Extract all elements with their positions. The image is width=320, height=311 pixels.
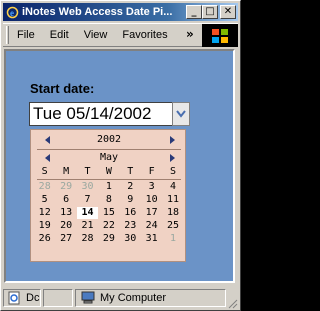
chevron-down-icon — [176, 110, 186, 118]
status-pane-main: Dc — [3, 289, 41, 307]
calendar-day[interactable]: 11 — [162, 194, 183, 206]
menu-file[interactable]: File — [17, 29, 35, 41]
svg-text:e: e — [10, 8, 14, 18]
calendar-day[interactable]: 24 — [141, 220, 162, 232]
ie-icon: e — [5, 5, 19, 19]
toolbar-grip[interactable] — [6, 26, 9, 44]
calendar-day[interactable]: 8 — [98, 194, 119, 206]
calendar-day[interactable]: 1 — [98, 181, 119, 193]
minimize-button[interactable]: _ — [186, 5, 202, 19]
maximize-button[interactable]: □ — [202, 5, 218, 19]
maximize-icon: □ — [205, 6, 215, 17]
calendar-day[interactable]: 10 — [141, 194, 162, 206]
calendar-day[interactable]: 29 — [55, 181, 76, 193]
calendar-day[interactable]: 21 — [77, 220, 98, 232]
year-nav: 2002 — [31, 133, 187, 147]
title-bar[interactable]: e iNotes Web Access Date Pi... _ □ ✕ — [3, 3, 238, 21]
window-title: iNotes Web Access Date Pi... — [22, 6, 173, 18]
calendar-day[interactable]: 18 — [162, 207, 183, 219]
calendar-day[interactable]: 17 — [141, 207, 162, 219]
resize-grip-icon[interactable] — [226, 297, 238, 309]
start-date-field[interactable]: Tue 05/14/2002 — [29, 102, 174, 126]
menu-edit[interactable]: Edit — [50, 29, 69, 41]
calendar-day[interactable]: 4 — [162, 181, 183, 193]
calendar-day[interactable]: 7 — [77, 194, 98, 206]
calendar-day[interactable]: 30 — [77, 181, 98, 193]
menu-bar: File Edit View Favorites » — [3, 23, 238, 47]
status-pane-zone: My Computer — [75, 289, 226, 307]
calendar-day[interactable]: 23 — [120, 220, 141, 232]
calendar-day[interactable]: 29 — [98, 233, 119, 245]
date-picker-calendar: 2002 May S M T W T F S 28 29 30 1 2 3 4 5 6 7 8 9 10… — [30, 129, 186, 262]
calendar-day[interactable]: 1 — [162, 233, 183, 245]
calendar-day[interactable]: 5 — [34, 194, 55, 206]
status-bar: Dc My Computer — [3, 287, 238, 309]
calendar-day[interactable]: 13 — [55, 207, 76, 219]
year-label: 2002 — [96, 134, 122, 145]
weekday-label: T — [84, 166, 91, 177]
close-icon: ✕ — [223, 6, 233, 17]
date-dropdown-button[interactable] — [172, 102, 190, 126]
close-button[interactable]: ✕ — [220, 5, 236, 19]
page-icon — [6, 291, 22, 305]
weekday-label: S — [41, 166, 48, 177]
weekday-label: M — [63, 166, 70, 177]
month-nav: May — [31, 151, 187, 165]
start-date-label: Start date: — [30, 81, 95, 96]
calendar-day[interactable]: 19 — [34, 220, 55, 232]
calendar-day[interactable]: 28 — [77, 233, 98, 245]
weekday-header: S M T W T F S — [34, 166, 184, 178]
calendar-day[interactable]: 2 — [120, 181, 141, 193]
menu-view[interactable]: View — [84, 29, 108, 41]
calendar-day[interactable]: 20 — [55, 220, 76, 232]
minimize-icon: _ — [191, 6, 197, 17]
windows-logo-icon — [202, 24, 238, 47]
status-text: Dc — [26, 292, 40, 304]
weekday-label: F — [148, 166, 155, 177]
divider — [37, 179, 181, 180]
calendar-day[interactable]: 22 — [98, 220, 119, 232]
weekday-label: S — [170, 166, 177, 177]
calendar-day[interactable]: 3 — [141, 181, 162, 193]
calendar-day[interactable]: 30 — [120, 233, 141, 245]
day-grid: 28 29 30 1 2 3 4 5 6 7 8 9 10 11 12 13 14 15 16 17 18 19 20 21 2… — [34, 181, 184, 245]
calendar-day[interactable]: 12 — [34, 207, 55, 219]
menu-more-chevron-icon[interactable]: » — [186, 27, 194, 41]
calendar-day[interactable]: 28 — [34, 181, 55, 193]
calendar-day[interactable]: 14 — [76, 207, 99, 219]
weekday-label: T — [127, 166, 134, 177]
status-pane-empty — [43, 289, 73, 307]
calendar-day[interactable]: 6 — [55, 194, 76, 206]
calendar-day[interactable]: 31 — [141, 233, 162, 245]
month-label: May — [99, 152, 119, 163]
menu-favorites[interactable]: Favorites — [122, 29, 167, 41]
zone-label: My Computer — [100, 292, 167, 304]
divider — [37, 149, 181, 150]
calendar-day[interactable]: 26 — [34, 233, 55, 245]
page-content: Start date: Tue 05/14/2002 2002 May S M — [4, 49, 235, 283]
calendar-day[interactable]: 27 — [55, 233, 76, 245]
weekday-label: W — [105, 166, 112, 177]
calendar-day[interactable]: 16 — [120, 207, 141, 219]
next-month-icon[interactable] — [170, 154, 175, 162]
calendar-day[interactable]: 25 — [162, 220, 183, 232]
calendar-day[interactable]: 9 — [120, 194, 141, 206]
next-year-icon[interactable] — [170, 136, 175, 144]
browser-window: e iNotes Web Access Date Pi... _ □ ✕ Fil… — [0, 0, 241, 311]
computer-icon — [80, 291, 96, 305]
calendar-day[interactable]: 15 — [98, 207, 119, 219]
